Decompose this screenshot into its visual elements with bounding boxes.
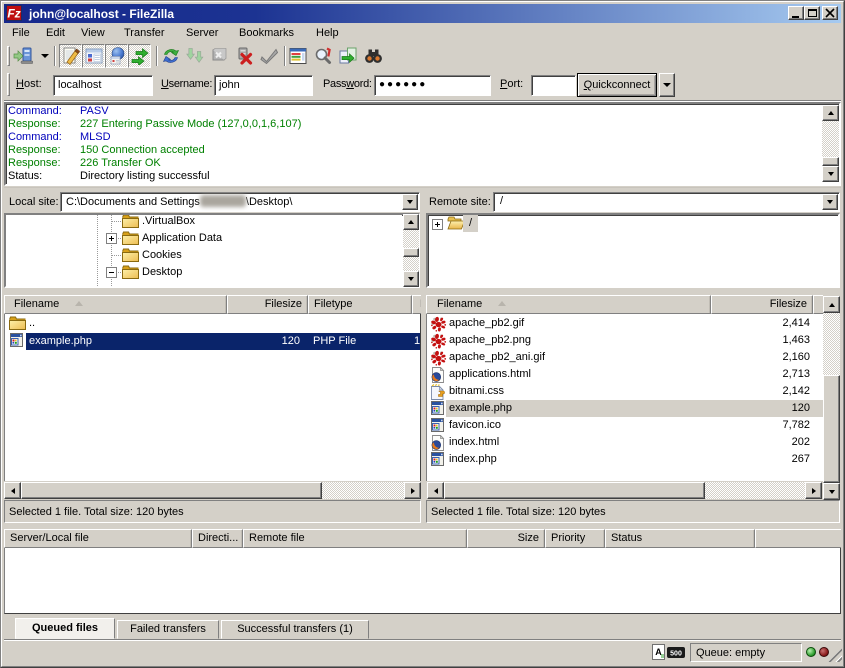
svg-text:Fz: Fz xyxy=(7,7,20,21)
svg-text:500: 500 xyxy=(670,651,682,658)
